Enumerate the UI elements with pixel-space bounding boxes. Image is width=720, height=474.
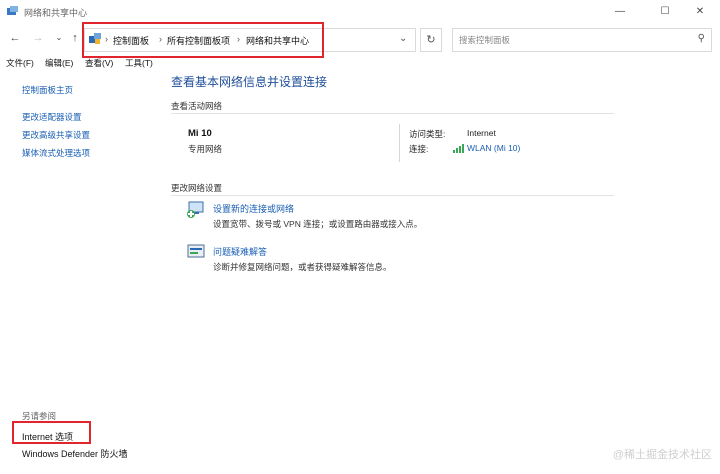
window-title: 网络和共享中心 — [24, 8, 88, 18]
task-new-connection-desc: 设置宽带、拨号或 VPN 连接；或设置路由器或接入点。 — [213, 219, 423, 229]
back-button[interactable]: ← — [8, 31, 22, 45]
sidebar-item-advanced-sharing[interactable]: 更改高级共享设置 — [22, 129, 90, 141]
menu-bar: 文件(F) 编辑(E) 查看(V) 工具(T) — [0, 55, 720, 71]
menu-edit[interactable]: 编辑(E) — [45, 57, 73, 69]
access-type-label: 访问类型: — [409, 129, 446, 139]
forward-button[interactable]: → — [31, 31, 45, 45]
task-new-connection[interactable]: 设置新的连接或网络 — [213, 202, 294, 215]
troubleshoot-icon — [186, 243, 208, 261]
highlight-box-address — [82, 22, 324, 58]
search-icon: ⚲ — [697, 33, 705, 44]
access-type-value: Internet — [467, 128, 496, 138]
new-connection-icon — [186, 200, 208, 218]
search-input[interactable]: 搜索控制面板 ⚲ — [452, 28, 712, 52]
task-troubleshoot-desc: 诊断并修复网络问题，或者获得疑难解答信息。 — [213, 262, 392, 272]
sidebar-item-adapter[interactable]: 更改适配器设置 — [22, 111, 82, 123]
title-bar: 网络和共享中心 — ☐ ✕ — [0, 0, 720, 24]
connection-label: 连接: — [409, 144, 429, 154]
divider — [171, 113, 614, 114]
active-networks-label: 查看活动网络 — [171, 101, 223, 111]
connection-link[interactable]: WLAN (Mi 10) — [467, 143, 520, 153]
watermark: @稀土掘金技术社区 — [612, 449, 712, 461]
page-title: 查看基本网络信息并设置连接 — [171, 75, 328, 89]
sidebar-item-firewall[interactable]: Windows Defender 防火墙 — [22, 447, 128, 460]
highlight-box-internet-options — [12, 421, 91, 444]
network-center-icon — [6, 5, 19, 20]
close-button[interactable]: ✕ — [680, 3, 720, 21]
recent-locations-icon[interactable]: ⌄ — [52, 31, 66, 45]
search-placeholder: 搜索控制面板 — [459, 35, 511, 45]
up-button[interactable]: ↑ — [68, 31, 82, 45]
change-settings-label: 更改网络设置 — [171, 183, 223, 193]
task-troubleshoot[interactable]: 问题疑难解答 — [213, 245, 267, 258]
maximize-button[interactable]: ☐ — [645, 3, 685, 21]
network-type[interactable]: 专用网络 — [188, 143, 222, 155]
wifi-signal-icon — [453, 143, 465, 155]
refresh-button[interactable]: ↻ — [420, 28, 442, 52]
network-name: Mi 10 — [188, 128, 212, 139]
menu-tools[interactable]: 工具(T) — [125, 57, 153, 69]
minimize-button[interactable]: — — [600, 3, 640, 21]
menu-view[interactable]: 查看(V) — [85, 57, 113, 69]
menu-file[interactable]: 文件(F) — [6, 57, 34, 69]
divider — [171, 195, 614, 196]
divider — [399, 124, 400, 162]
chevron-down-icon[interactable]: ⌄ — [399, 33, 407, 44]
sidebar-item-home[interactable]: 控制面板主页 — [22, 84, 73, 96]
sidebar-item-media-streaming[interactable]: 媒体流式处理选项 — [22, 147, 90, 159]
